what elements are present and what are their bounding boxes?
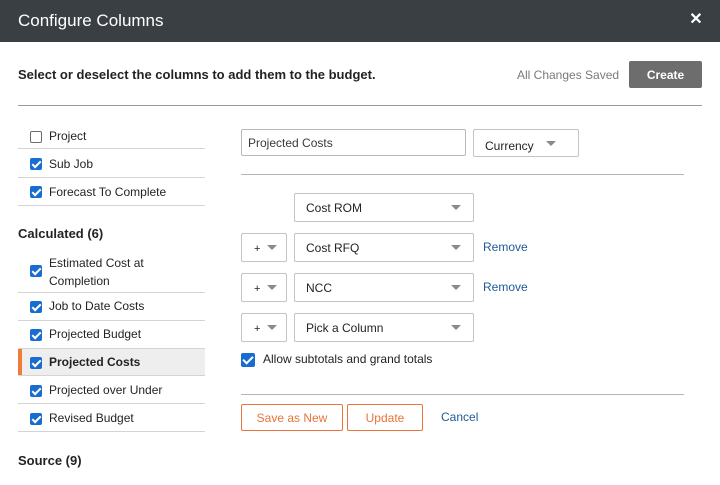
dialog-titlebar: Configure Columns ✕ bbox=[0, 0, 720, 42]
column-item-sub-job[interactable]: Sub Job bbox=[18, 150, 205, 178]
column-label: Job to Date Costs bbox=[49, 299, 145, 313]
formula-column-select-2[interactable]: Cost RFQ bbox=[294, 233, 474, 262]
column-item-projected-budget[interactable]: Projected Budget bbox=[18, 321, 205, 349]
chevron-down-icon bbox=[451, 245, 461, 250]
column-item-forecast-to-complete[interactable]: Forecast To Complete bbox=[18, 178, 205, 206]
column-label: Estimated Cost at Completion bbox=[49, 256, 144, 288]
column-label: Projected Costs bbox=[49, 355, 141, 369]
checkbox-estimated-cost[interactable] bbox=[30, 265, 42, 277]
column-label: Project bbox=[49, 129, 87, 143]
column-label: Forecast To Complete bbox=[49, 185, 167, 199]
checkbox-project[interactable] bbox=[30, 131, 42, 143]
chevron-down-icon bbox=[267, 325, 277, 330]
chevron-down-icon bbox=[267, 285, 277, 290]
column-label: Projected over Under bbox=[49, 383, 163, 397]
column-label: Sub Job bbox=[49, 157, 94, 171]
update-button[interactable]: Update bbox=[347, 404, 423, 431]
section-source-title: Source (9) bbox=[18, 453, 82, 468]
column-item-job-to-date-costs[interactable]: Job to Date Costs bbox=[18, 293, 205, 321]
formula-column-value: Pick a Column bbox=[306, 321, 384, 335]
formula-operator-select-2[interactable]: + bbox=[241, 233, 287, 262]
formula-column-value: NCC bbox=[306, 281, 332, 295]
remove-link-3[interactable]: Remove bbox=[483, 280, 528, 294]
chevron-down-icon bbox=[451, 285, 461, 290]
formula-operator-value: + bbox=[254, 243, 261, 255]
divider bbox=[18, 105, 702, 106]
column-item-projected-over-under[interactable]: Projected over Under bbox=[18, 376, 205, 404]
formula-column-select-3[interactable]: NCC bbox=[294, 273, 474, 302]
column-label: Projected Budget bbox=[49, 327, 142, 341]
chevron-down-icon bbox=[451, 205, 461, 210]
save-status: All Changes Saved bbox=[517, 68, 620, 82]
create-button[interactable]: Create bbox=[629, 61, 702, 88]
checkbox-projected-costs[interactable] bbox=[30, 357, 42, 369]
formula-operator-value: + bbox=[254, 323, 261, 335]
column-item-project[interactable]: Project bbox=[18, 125, 205, 149]
cancel-link[interactable]: Cancel bbox=[441, 410, 478, 424]
chevron-down-icon bbox=[546, 141, 556, 146]
column-label: Revised Budget bbox=[49, 411, 134, 425]
dialog-title: Configure Columns bbox=[18, 11, 164, 30]
column-item-revised-budget[interactable]: Revised Budget bbox=[18, 404, 205, 432]
checkbox-projected-over-under[interactable] bbox=[30, 385, 42, 397]
divider bbox=[241, 394, 684, 395]
column-name-input[interactable] bbox=[241, 129, 466, 156]
formula-operator-select-4[interactable]: + bbox=[241, 313, 287, 342]
divider bbox=[241, 174, 684, 175]
save-as-new-button[interactable]: Save as New bbox=[241, 404, 343, 431]
chevron-down-icon bbox=[451, 325, 461, 330]
remove-link-2[interactable]: Remove bbox=[483, 240, 528, 254]
format-select-value: Currency bbox=[485, 139, 534, 153]
close-icon[interactable]: ✕ bbox=[686, 10, 706, 30]
formula-column-select-4[interactable]: Pick a Column bbox=[294, 313, 474, 342]
checkbox-revised-budget[interactable] bbox=[30, 413, 42, 425]
formula-column-value: Cost ROM bbox=[306, 201, 363, 215]
formula-operator-value: + bbox=[254, 283, 261, 295]
checkbox-job-to-date-costs[interactable] bbox=[30, 301, 42, 313]
column-item-projected-costs[interactable]: Projected Costs bbox=[18, 349, 205, 376]
chevron-down-icon bbox=[267, 245, 277, 250]
allow-subtotals-checkbox[interactable] bbox=[241, 353, 255, 367]
instructions-text: Select or deselect the columns to add th… bbox=[18, 67, 376, 82]
allow-subtotals-label: Allow subtotals and grand totals bbox=[263, 352, 433, 366]
formula-column-value: Cost RFQ bbox=[306, 241, 360, 255]
checkbox-projected-budget[interactable] bbox=[30, 329, 42, 341]
checkbox-forecast-to-complete[interactable] bbox=[30, 186, 42, 198]
format-select[interactable]: Currency bbox=[473, 129, 579, 157]
formula-column-select-1[interactable]: Cost ROM bbox=[294, 193, 474, 222]
formula-operator-select-3[interactable]: + bbox=[241, 273, 287, 302]
section-calculated-title: Calculated (6) bbox=[18, 226, 104, 241]
column-item-estimated-cost-at-completion[interactable]: Estimated Cost at Completion bbox=[18, 249, 205, 293]
checkbox-sub-job[interactable] bbox=[30, 158, 42, 170]
